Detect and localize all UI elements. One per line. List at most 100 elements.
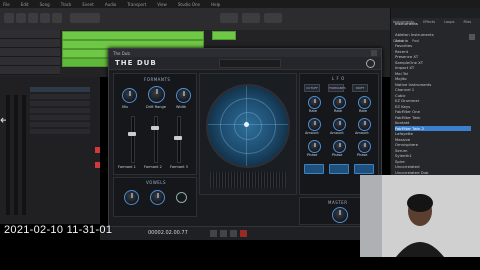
mixer-fader[interactable] bbox=[22, 95, 26, 215]
menu-item-studio-one[interactable]: Studio One bbox=[178, 2, 200, 7]
inspector-row[interactable] bbox=[30, 87, 90, 92]
browser-item[interactable]: Favorites bbox=[395, 43, 471, 48]
track-header[interactable] bbox=[0, 57, 60, 66]
lfo-amount-knob[interactable] bbox=[308, 118, 321, 131]
audio-clip[interactable] bbox=[62, 31, 204, 40]
stop-icon[interactable] bbox=[230, 230, 237, 237]
audio-clip[interactable] bbox=[62, 58, 109, 67]
formant-2-slider[interactable] bbox=[154, 116, 158, 163]
tool-range-button[interactable] bbox=[16, 13, 26, 23]
inspector-row[interactable] bbox=[30, 129, 90, 134]
browser-item[interactable]: Cubic bbox=[395, 93, 471, 98]
xy-handle[interactable] bbox=[244, 122, 249, 127]
vowel-knob[interactable] bbox=[150, 190, 165, 205]
mixer-fader[interactable] bbox=[6, 95, 10, 215]
menu-item-event[interactable]: Event bbox=[82, 2, 93, 7]
browser-item[interactable]: Serum bbox=[395, 148, 471, 153]
tool-paint-button[interactable] bbox=[52, 13, 62, 23]
browser-item[interactable]: Sylenth1 bbox=[395, 153, 471, 158]
audio-clip[interactable] bbox=[212, 31, 236, 40]
lfo-tab-formants[interactable]: FORMANTS bbox=[328, 84, 346, 92]
preset-selector[interactable] bbox=[219, 59, 281, 68]
browser-item[interactable]: Massive bbox=[395, 137, 471, 142]
browser-item[interactable]: Spire bbox=[395, 159, 471, 164]
menu-item-transport[interactable]: Transport bbox=[127, 2, 146, 7]
mix-button[interactable] bbox=[242, 13, 260, 23]
lfo-rate-knob[interactable] bbox=[358, 96, 371, 109]
browser-item[interactable]: FabFilter Twin 2 bbox=[395, 125, 471, 131]
drift-range-knob[interactable] bbox=[148, 86, 165, 103]
browser-item[interactable]: Mai Tai bbox=[395, 71, 471, 76]
menu-item-help[interactable]: Help bbox=[211, 2, 220, 7]
master-knob[interactable] bbox=[332, 207, 348, 223]
browser-item[interactable]: Lafayette bbox=[395, 131, 471, 136]
menu-item-song[interactable]: Song bbox=[40, 2, 50, 7]
lfo-wave-button[interactable] bbox=[329, 164, 349, 174]
menu-item-file[interactable]: File bbox=[3, 2, 10, 7]
lfo-phase-knob[interactable] bbox=[358, 140, 371, 153]
inspector-row[interactable] bbox=[30, 101, 90, 106]
audio-clip[interactable] bbox=[62, 49, 109, 58]
inspector-row[interactable] bbox=[30, 108, 90, 113]
browser-item[interactable]: Mojito bbox=[395, 76, 471, 81]
browser-item[interactable]: Impact XT bbox=[395, 65, 471, 70]
vowel-knob[interactable] bbox=[124, 190, 139, 205]
browser-item[interactable]: Channel 1 bbox=[395, 87, 471, 92]
mix-knob[interactable] bbox=[122, 88, 137, 103]
menu-item-audio[interactable]: Audio bbox=[105, 2, 116, 7]
menu-item-track[interactable]: Track bbox=[61, 2, 71, 7]
browser-item[interactable]: Omnisphere bbox=[395, 142, 471, 147]
track-header[interactable] bbox=[0, 48, 60, 57]
lfo-tab-drift[interactable]: DRIFT bbox=[352, 84, 368, 92]
close-icon[interactable] bbox=[371, 50, 377, 56]
tool-arrow-button[interactable] bbox=[4, 13, 14, 23]
record-icon[interactable] bbox=[240, 230, 247, 237]
lfo-phase-knob[interactable] bbox=[308, 140, 321, 153]
rewind-icon[interactable] bbox=[210, 230, 217, 237]
tool-split-button[interactable] bbox=[28, 13, 38, 23]
formant-3-button[interactable]: Formant 3 bbox=[170, 165, 188, 169]
formant-2-button[interactable]: Formant 2 bbox=[144, 165, 162, 169]
browser-item[interactable]: FabFilter One bbox=[395, 109, 471, 114]
track-header[interactable] bbox=[0, 66, 60, 75]
browse-button[interactable] bbox=[264, 13, 282, 23]
browser-item[interactable]: FabFilter Twin bbox=[395, 115, 471, 120]
lfo-amount-knob[interactable] bbox=[333, 118, 346, 131]
mixer-fader[interactable] bbox=[14, 95, 18, 215]
browser-item[interactable]: Native Instruments bbox=[395, 82, 471, 87]
lfo-phase-knob[interactable] bbox=[333, 140, 346, 153]
lfo-wave-button[interactable] bbox=[304, 164, 324, 174]
lfo-rate-knob[interactable] bbox=[308, 96, 321, 109]
browser-item[interactable]: Kontakt bbox=[395, 120, 471, 125]
slider-handle[interactable] bbox=[174, 136, 182, 140]
vowel-link-icon[interactable] bbox=[176, 192, 187, 203]
play-icon[interactable] bbox=[220, 230, 227, 237]
lfo-wave-button[interactable] bbox=[354, 164, 374, 174]
browser-item[interactable]: EZ Drummer bbox=[395, 98, 471, 103]
inspector-row[interactable] bbox=[30, 94, 90, 99]
power-icon[interactable] bbox=[366, 59, 375, 68]
browser-item[interactable]: Recent bbox=[395, 49, 471, 54]
width-knob[interactable] bbox=[176, 88, 191, 103]
inspector-row[interactable] bbox=[30, 122, 90, 127]
browser-item[interactable]: SampleOne XT bbox=[395, 60, 471, 65]
formant-1-button[interactable]: Formant 1 bbox=[118, 165, 136, 169]
browser-item[interactable]: Presence XT bbox=[395, 54, 471, 59]
formant-1-slider[interactable] bbox=[131, 116, 135, 163]
plugin-titlebar[interactable]: The Dub bbox=[109, 49, 381, 57]
lfo-rate-knob[interactable] bbox=[333, 96, 346, 109]
menu-item-view[interactable]: View bbox=[157, 2, 167, 7]
tool-eraser-button[interactable] bbox=[40, 13, 50, 23]
snap-selector[interactable] bbox=[70, 13, 100, 23]
lfo-amount-knob[interactable] bbox=[358, 118, 371, 131]
browser-item[interactable]: Ableton Instruments bbox=[395, 32, 471, 37]
slider-handle[interactable] bbox=[151, 126, 159, 130]
edit-button[interactable] bbox=[220, 13, 238, 23]
slider-handle[interactable] bbox=[128, 132, 136, 136]
browser-item[interactable]: EZ Keys bbox=[395, 104, 471, 109]
inspector-row[interactable] bbox=[30, 115, 90, 120]
lfo-tab-cutoff[interactable]: CUTOFF bbox=[304, 84, 320, 92]
browser-item[interactable]: Uncorrelated bbox=[395, 164, 471, 169]
browser-item[interactable]: Uncorrelated Dub bbox=[395, 170, 471, 175]
track-header[interactable] bbox=[0, 39, 60, 48]
